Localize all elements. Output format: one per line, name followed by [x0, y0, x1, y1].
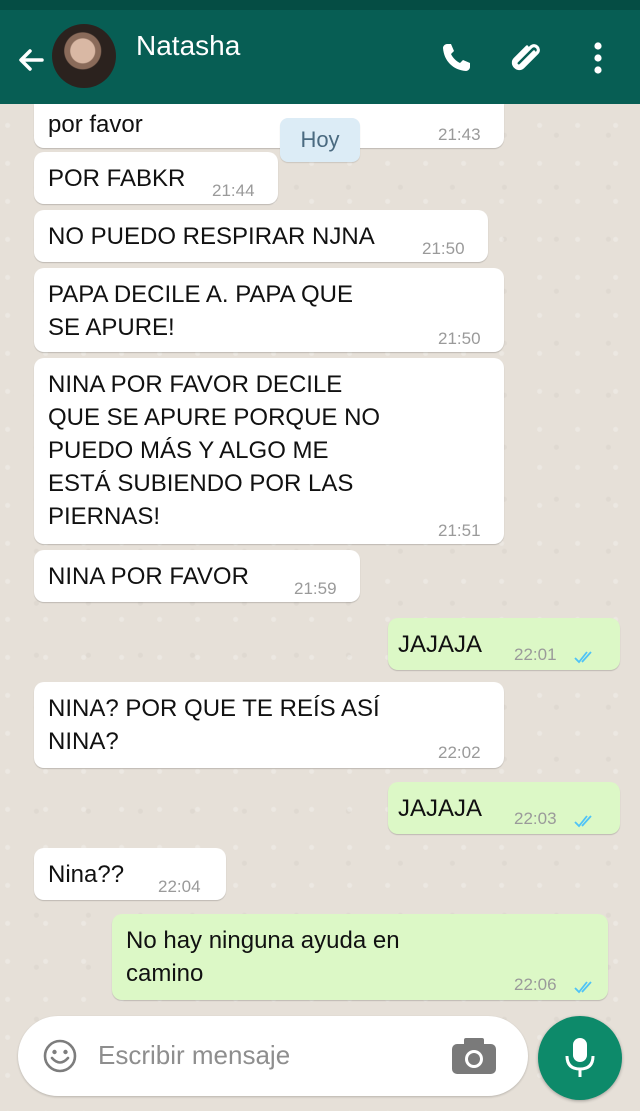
- message-text: JAJAJA: [398, 795, 483, 822]
- message-bubble-outgoing[interactable]: JAJAJA 22:01: [388, 618, 620, 670]
- message-bubble[interactable]: POR FABKR 21:44: [34, 152, 278, 204]
- message-text: NINA POR FAVOR: [48, 563, 249, 590]
- message-time: 21:44: [212, 181, 255, 200]
- message-text: No hay ninguna ayuda en camino: [126, 927, 400, 987]
- message-time: 21:50: [438, 329, 481, 348]
- message-bubble-outgoing[interactable]: JAJAJA 22:03: [388, 782, 620, 834]
- more-vert-icon[interactable]: [580, 38, 620, 78]
- avatar[interactable]: [52, 24, 116, 88]
- message-text: NINA POR FAVOR DECILE QUE SE APURE PORQU…: [48, 371, 381, 530]
- chat-header: Natasha: [0, 0, 640, 104]
- message-bubble-outgoing[interactable]: No hay ninguna ayuda en camino 22:06: [112, 914, 608, 1000]
- message-time: 21:51: [438, 521, 481, 540]
- message-time: 22:02: [438, 743, 481, 762]
- input-placeholder[interactable]: Escribir mensaje: [98, 1040, 290, 1071]
- mic-icon: [565, 1038, 595, 1077]
- message-text: POR FABKR: [48, 165, 186, 192]
- message-text: NO PUEDO RESPIRAR NJNA: [48, 223, 375, 250]
- message-text: Nina??: [48, 861, 125, 888]
- message-bubble[interactable]: NINA POR FAVOR 21:59: [34, 550, 360, 602]
- message-time: 22:04: [158, 877, 201, 896]
- read-ticks-icon: [574, 970, 596, 994]
- message-time: 21:43: [438, 125, 481, 144]
- message-time: 21:59: [294, 579, 337, 598]
- read-ticks-icon: [574, 804, 596, 828]
- message-bubble[interactable]: NINA? POR QUE TE REÍS ASÍ NINA? 22:02: [34, 682, 504, 768]
- message-time: 22:01: [514, 645, 557, 664]
- message-bubble[interactable]: PAPA DECILE A. PAPA QUE SE APURE! 21:50: [34, 268, 504, 352]
- back-arrow-icon[interactable]: [14, 42, 50, 78]
- camera-icon[interactable]: [448, 1034, 500, 1078]
- message-text: JAJAJA: [398, 631, 483, 658]
- message-text: PAPA DECILE A. PAPA QUE SE APURE!: [48, 281, 354, 341]
- read-ticks-icon: [574, 640, 596, 664]
- message-time: 22:03: [514, 809, 557, 828]
- emoji-icon[interactable]: [40, 1036, 80, 1076]
- message-bubble[interactable]: NINA POR FAVOR DECILE QUE SE APURE PORQU…: [34, 358, 504, 544]
- contact-name[interactable]: Natasha: [136, 30, 240, 62]
- phone-icon[interactable]: [436, 38, 476, 78]
- message-bubble[interactable]: por favor 21:43: [34, 104, 504, 148]
- mic-button[interactable]: [538, 1016, 622, 1100]
- message-bubble[interactable]: Nina?? 22:04: [34, 848, 226, 900]
- message-text: NINA? POR QUE TE REÍS ASÍ NINA?: [48, 695, 380, 755]
- message-time: 21:50: [422, 239, 465, 258]
- message-bubble[interactable]: NO PUEDO RESPIRAR NJNA 21:50: [34, 210, 488, 262]
- message-time: 22:06: [514, 975, 557, 994]
- message-text: por favor: [48, 111, 143, 138]
- paperclip-icon[interactable]: [506, 38, 546, 78]
- status-bar: [0, 0, 640, 10]
- date-badge: Hoy: [280, 118, 360, 162]
